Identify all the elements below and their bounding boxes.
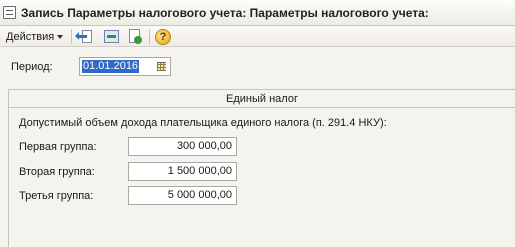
title-bar: Запись Параметры налогового учета: Парам… xyxy=(0,0,515,26)
period-label: Период: xyxy=(11,61,53,73)
group-1-input[interactable]: 300 000,00 xyxy=(128,137,237,156)
help-icon[interactable]: ? xyxy=(155,29,171,45)
income-limit-title: Допустимый объем дохода плательщика един… xyxy=(19,117,387,129)
toolbar: Действия ? xyxy=(0,26,515,47)
chevron-down-icon xyxy=(57,35,64,39)
toolbar-separator xyxy=(71,29,72,44)
actions-menu-label: Действия xyxy=(6,30,55,43)
actions-menu-button[interactable]: Действия xyxy=(3,28,66,45)
refresh-icon[interactable] xyxy=(104,29,120,45)
period-date-field[interactable]: 01.01.2016 xyxy=(79,57,171,76)
group-2-input[interactable]: 1 500 000,00 xyxy=(128,162,237,181)
toolbar-separator xyxy=(149,29,150,44)
export-icon[interactable] xyxy=(75,29,94,45)
group-2-label: Вторая группа: xyxy=(19,166,95,178)
window-title: Запись Параметры налогового учета: Парам… xyxy=(21,6,429,20)
form-icon xyxy=(3,6,16,19)
period-date-value[interactable]: 01.01.2016 xyxy=(82,60,140,73)
calendar-icon[interactable] xyxy=(154,59,169,74)
add-copy-icon[interactable] xyxy=(127,29,143,45)
panel-header: Единый налог xyxy=(9,90,515,108)
group-3-input[interactable]: 5 000 000,00 xyxy=(128,186,237,205)
help-glyph: ? xyxy=(155,29,171,45)
group-3-label: Третья группа: xyxy=(19,190,94,202)
group-1-label: Первая группа: xyxy=(19,141,97,153)
